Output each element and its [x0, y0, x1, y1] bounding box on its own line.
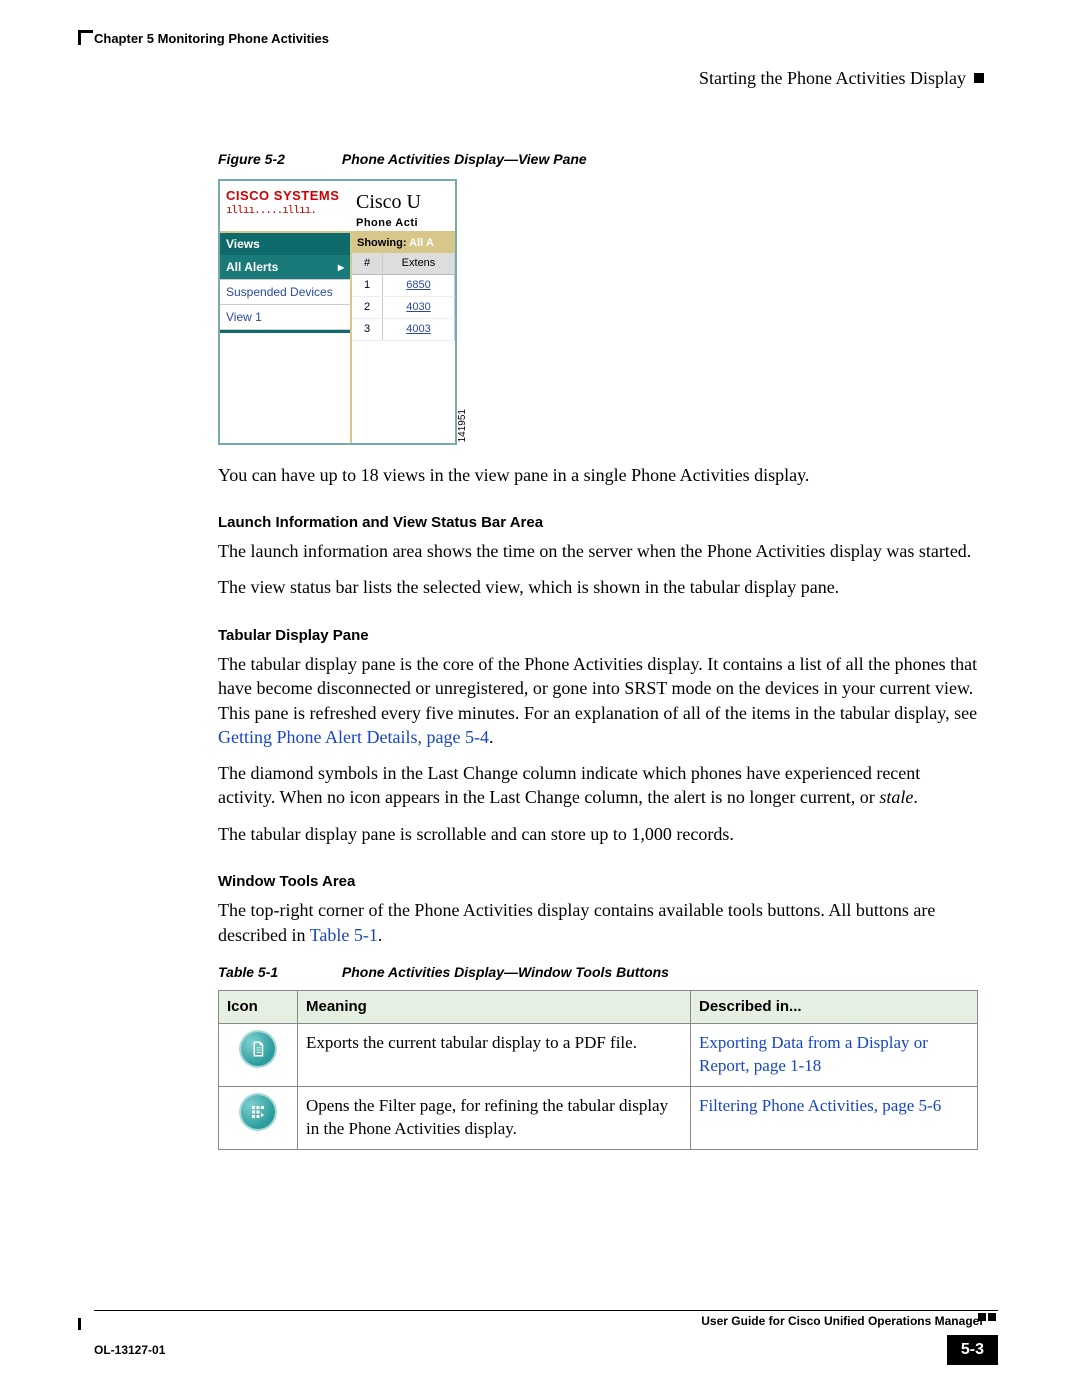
tools-table: Icon Meaning Described in... Exports the…	[218, 990, 978, 1150]
cell-link: Exporting Data from a Display or Report,…	[691, 1024, 978, 1087]
app-body: Views All Alerts Suspended Devices View …	[220, 233, 455, 443]
decorative-square-icon	[978, 1313, 986, 1321]
para-tools-1: The top-right corner of the Phone Activi…	[218, 898, 978, 947]
heading-launch: Launch Information and View Status Bar A…	[218, 513, 978, 533]
heading-tools: Window Tools Area	[218, 872, 978, 892]
cell-icon	[219, 1024, 298, 1087]
footer-row: OL-13127-01 5-3	[78, 1335, 998, 1365]
page-content: Chapter 5 Monitoring Phone Activities St…	[78, 30, 998, 1150]
para-launch-2: The view status bar lists the selected v…	[218, 575, 978, 599]
grid-row: 2 4030	[352, 297, 455, 319]
footer-doc-id: OL-13127-01	[78, 1342, 165, 1358]
figure-label: Figure 5-2	[218, 150, 338, 169]
table-row: Opens the Filter page, for refining the …	[219, 1086, 978, 1149]
table-label: Table 5-1	[218, 963, 338, 982]
footer-rule	[94, 1310, 998, 1311]
app-header: CISCO SYSTEMS ıllıı.....ıllıı. Cisco U P…	[220, 181, 455, 233]
header-section-row: Starting the Phone Activities Display	[78, 66, 998, 90]
table-caption: Table 5-1 Phone Activities Display—Windo…	[218, 963, 978, 982]
figure-id: 141951	[456, 409, 470, 442]
cell-ext[interactable]: 6850	[383, 275, 455, 296]
sidebar-rule	[220, 330, 350, 333]
app-title-block: Cisco U Phone Acti	[356, 181, 421, 231]
link-phone-alert-details[interactable]: Getting Phone Alert Details, page 5-4	[218, 727, 489, 747]
showing-label: Showing:	[357, 237, 409, 249]
cell-icon	[219, 1086, 298, 1149]
p-frag: The tabular display pane is the core of …	[218, 654, 977, 723]
sidebar-item-all-alerts[interactable]: All Alerts	[220, 255, 350, 280]
figure-title: Phone Activities Display—View Pane	[342, 151, 587, 167]
para-tabular-3: The tabular display pane is scrollable a…	[218, 822, 978, 846]
running-header: Chapter 5 Monitoring Phone Activities	[78, 30, 998, 48]
decorative-square-icon	[988, 1313, 996, 1321]
col-ext-header: Extens	[383, 253, 455, 274]
figure-caption: Figure 5-2 Phone Activities Display—View…	[218, 150, 978, 169]
th-icon: Icon	[219, 990, 298, 1023]
sidebar-item-view1[interactable]: View 1	[220, 305, 350, 330]
heading-tabular: Tabular Display Pane	[218, 626, 978, 646]
link-filtering[interactable]: Filtering Phone Activities, page 5-6	[699, 1096, 941, 1115]
link-table-5-1[interactable]: Table 5-1	[310, 925, 378, 945]
cell-meaning: Opens the Filter page, for refining the …	[298, 1086, 691, 1149]
figure-screenshot: CISCO SYSTEMS ıllıı.....ıllıı. Cisco U P…	[218, 179, 457, 445]
p-frag: .	[489, 727, 494, 747]
footer-guide-title: User Guide for Cisco Unified Operations …	[78, 1313, 998, 1329]
crop-mark-bl	[78, 1318, 91, 1330]
grid-header: # Extens	[352, 253, 455, 275]
grid-row: 1 6850	[352, 275, 455, 297]
para-tabular-2: The diamond symbols in the Last Change c…	[218, 761, 978, 810]
link-exporting[interactable]: Exporting Data from a Display or Report,…	[699, 1033, 928, 1075]
app-subtitle: Phone Acti	[356, 216, 421, 231]
para-launch-1: The launch information area shows the ti…	[218, 539, 978, 563]
logo-text: CISCO SYSTEMS	[226, 187, 356, 205]
para-tabular-1: The tabular display pane is the core of …	[218, 652, 978, 749]
export-icon	[241, 1032, 275, 1066]
sidebar-item-suspended[interactable]: Suspended Devices	[220, 280, 350, 305]
cell-ext[interactable]: 4003	[383, 319, 455, 340]
grid-row: 3 4003	[352, 319, 455, 341]
header-chapter: Chapter 5 Monitoring Phone Activities	[78, 30, 329, 48]
cell-link: Filtering Phone Activities, page 5-6	[691, 1086, 978, 1149]
th-described: Described in...	[691, 990, 978, 1023]
table-header-row: Icon Meaning Described in...	[219, 990, 978, 1023]
p-frag: .	[378, 925, 383, 945]
logo-graphic: ıllıı.....ıllıı.	[226, 206, 356, 214]
p-frag: The diamond symbols in the Last Change c…	[218, 763, 920, 807]
page-number-badge: 5-3	[947, 1335, 998, 1365]
cell-num: 3	[352, 319, 383, 340]
stale-emphasis: stale	[879, 787, 913, 807]
header-section: Starting the Phone Activities Display	[699, 66, 966, 90]
main-panel: Showing: All A # Extens 1 6850 2 4030	[350, 233, 455, 443]
cisco-logo: CISCO SYSTEMS ıllıı.....ıllıı.	[220, 181, 356, 221]
decorative-square-icon	[974, 73, 984, 83]
table-row: Exports the current tabular display to a…	[219, 1024, 978, 1087]
th-meaning: Meaning	[298, 990, 691, 1023]
filter-icon	[241, 1095, 275, 1129]
cell-ext[interactable]: 4030	[383, 297, 455, 318]
app-title: Cisco U	[356, 189, 421, 216]
cell-meaning: Exports the current tabular display to a…	[298, 1024, 691, 1087]
cell-num: 2	[352, 297, 383, 318]
sidebar-header: Views	[220, 233, 350, 255]
col-num-header: #	[352, 253, 383, 274]
views-sidebar: Views All Alerts Suspended Devices View …	[220, 233, 350, 443]
p-frag: .	[913, 787, 918, 807]
showing-value: All A	[409, 237, 434, 249]
cell-num: 1	[352, 275, 383, 296]
showing-bar: Showing: All A	[352, 233, 455, 254]
page-footer: User Guide for Cisco Unified Operations …	[78, 1310, 998, 1365]
body-column: Figure 5-2 Phone Activities Display—View…	[218, 150, 978, 1150]
para-after-figure: You can have up to 18 views in the view …	[218, 463, 978, 487]
table-title: Phone Activities Display—Window Tools Bu…	[342, 964, 669, 980]
